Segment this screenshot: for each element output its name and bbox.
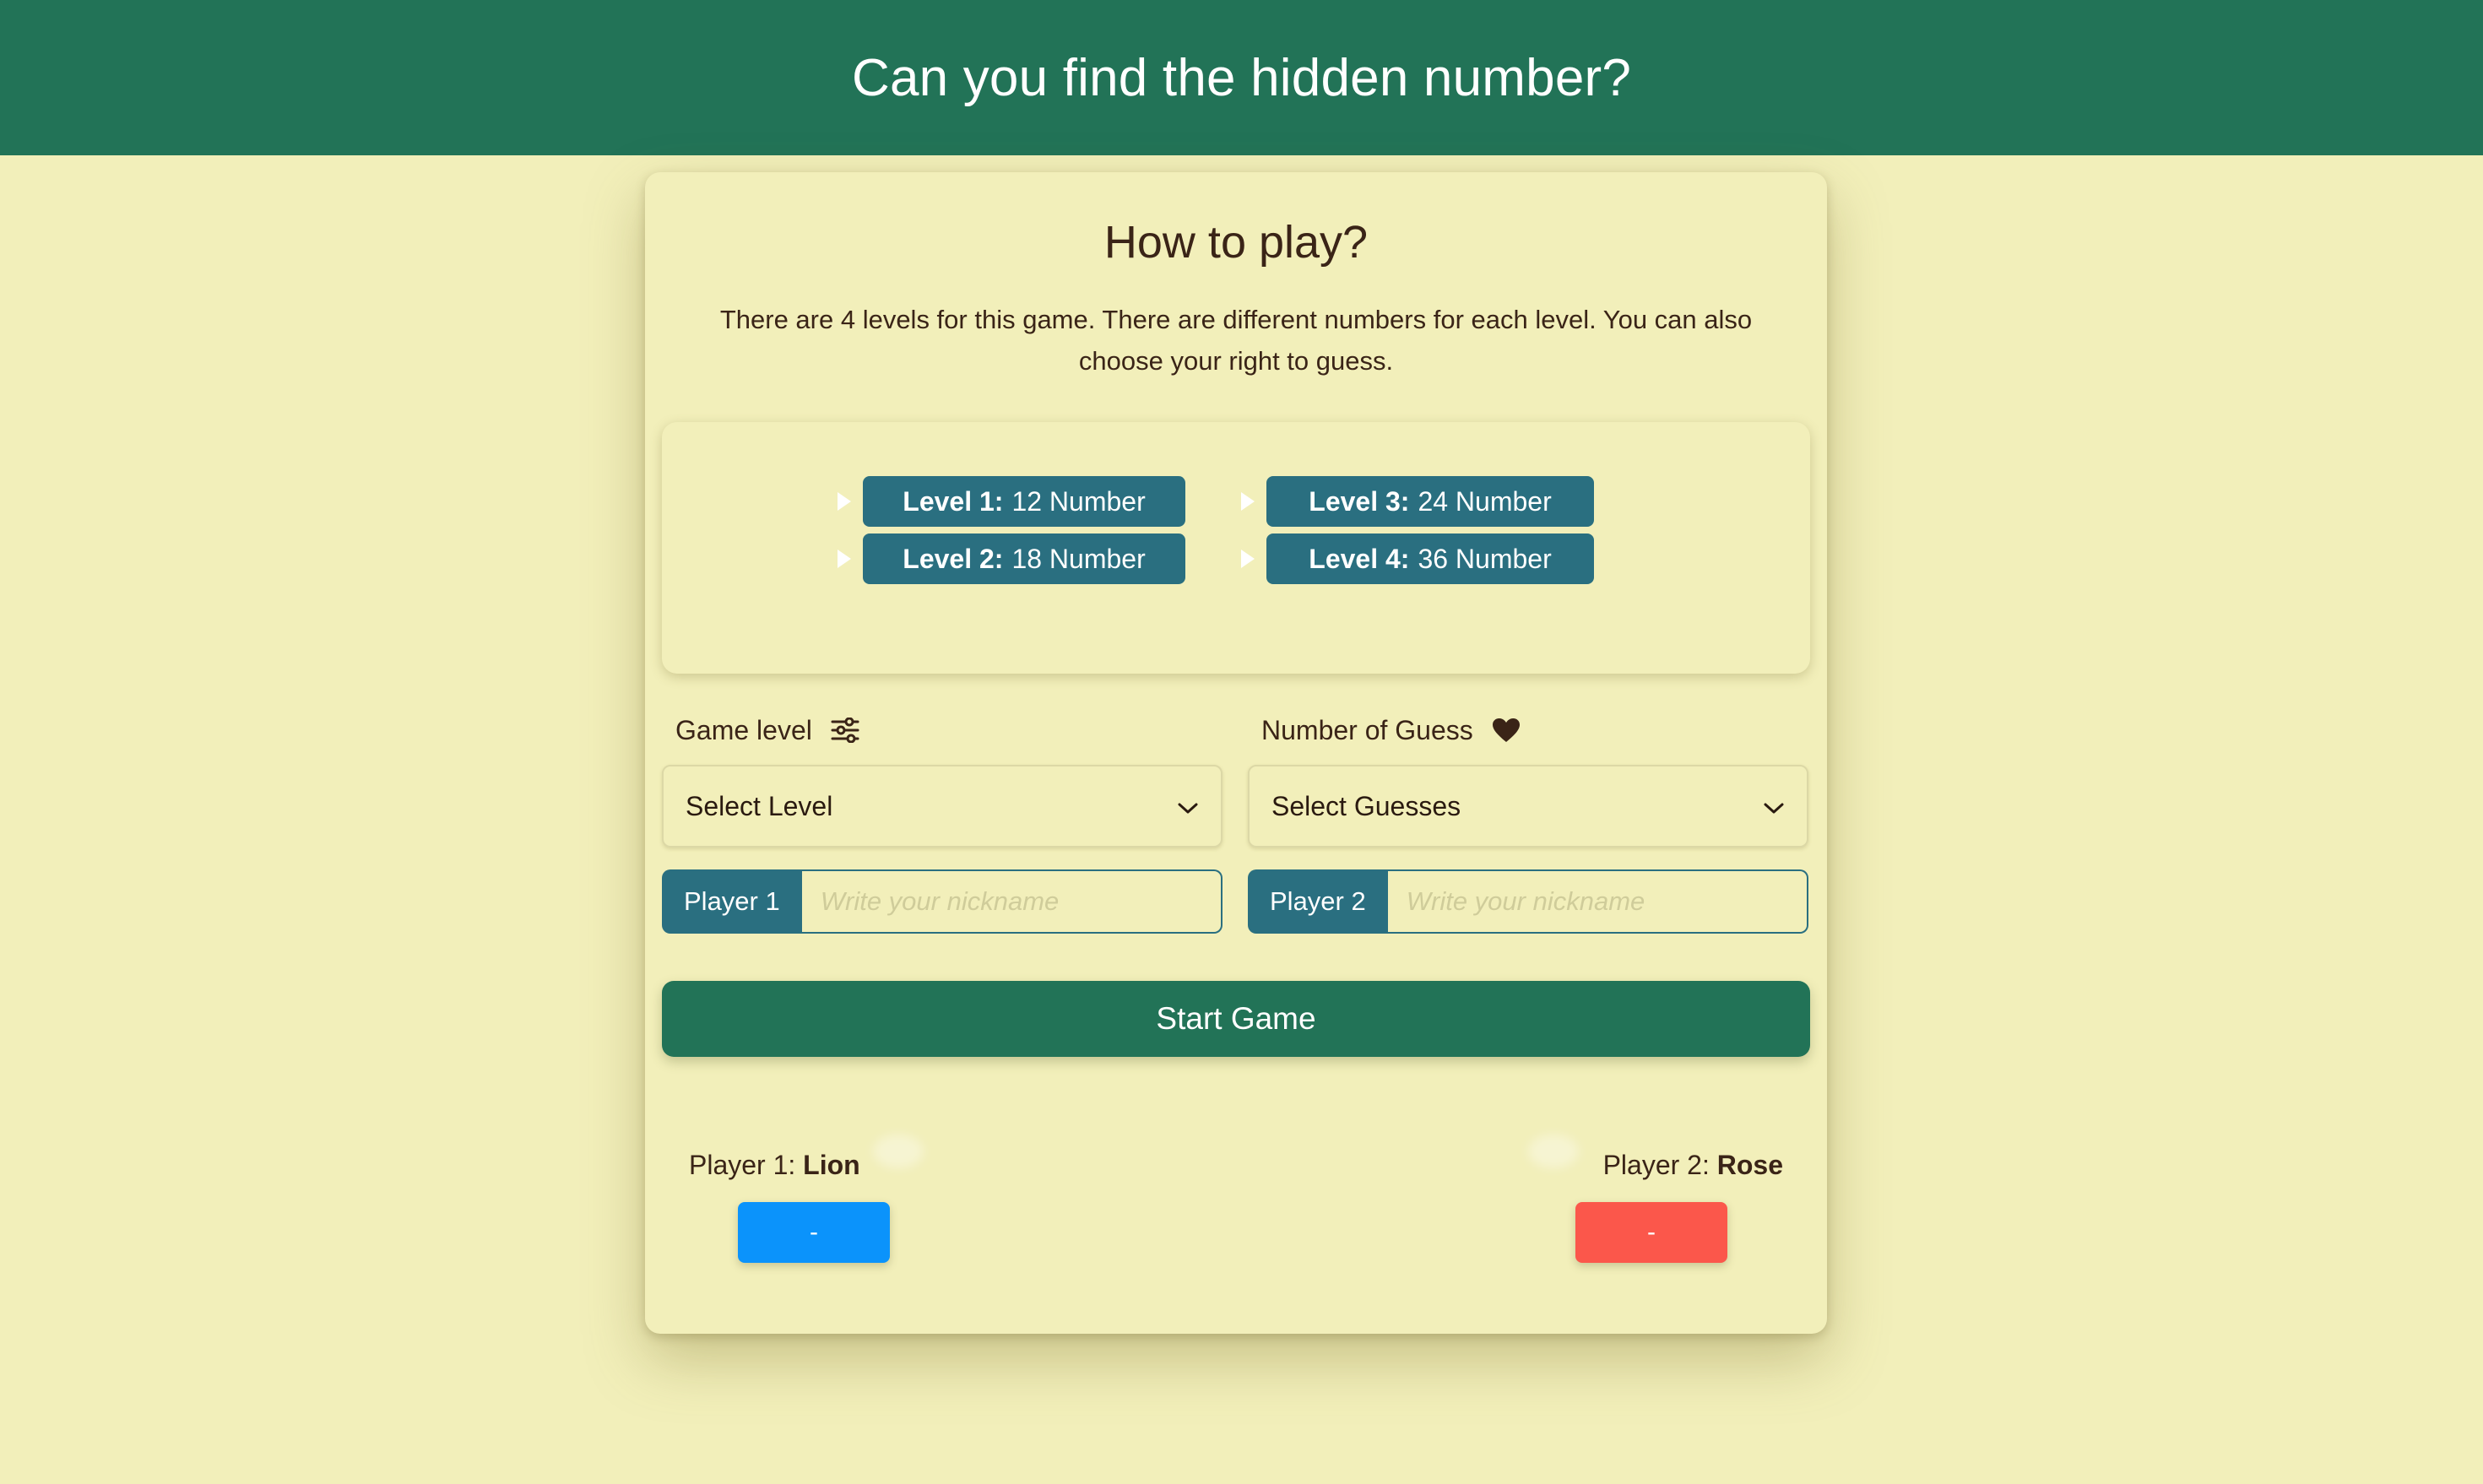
- header-bar: Can you find the hidden number?: [0, 0, 2483, 155]
- game-level-label-row: Game level: [675, 709, 859, 751]
- game-level-label: Game level: [675, 714, 812, 745]
- level-label: Level 4:: [1309, 543, 1410, 574]
- player1-input-group: Player 1: [662, 869, 1223, 934]
- player2-input-group: Player 2: [1248, 869, 1808, 934]
- level-item-1: Level 1: 12 Number: [838, 476, 1185, 527]
- player2-tag: Player 2: [1248, 869, 1388, 934]
- decorative-blob: [1528, 1135, 1579, 1168]
- level-pill: Level 1: 12 Number: [863, 476, 1185, 527]
- triangle-right-icon: [838, 550, 851, 568]
- heart-icon: [1492, 718, 1521, 743]
- player2-score-button[interactable]: -: [1575, 1202, 1727, 1263]
- guess-select[interactable]: Select Guesses: [1248, 765, 1808, 848]
- triangle-right-icon: [1241, 550, 1255, 568]
- level-select-value: Select Level: [686, 790, 833, 821]
- level-pill: Level 2: 18 Number: [863, 533, 1185, 584]
- triangle-right-icon: [838, 492, 851, 511]
- game-card: How to play? There are 4 levels for this…: [645, 172, 1827, 1334]
- level-pill: Level 3: 24 Number: [1266, 476, 1594, 527]
- level-value: 24 Number: [1418, 485, 1552, 517]
- level-select[interactable]: Select Level: [662, 765, 1223, 848]
- start-game-button[interactable]: Start Game: [662, 981, 1810, 1057]
- player2-score-label: Player 2: Rose: [1603, 1150, 1783, 1181]
- level-label: Level 2:: [903, 543, 1004, 574]
- guess-select-value: Select Guesses: [1271, 790, 1461, 821]
- player2-prefix: Player 2:: [1602, 1150, 1710, 1180]
- page-title: Can you find the hidden number?: [851, 48, 1632, 107]
- triangle-right-icon: [1241, 492, 1255, 511]
- player2-name: Rose: [1716, 1150, 1783, 1180]
- level-item-2: Level 2: 18 Number: [838, 533, 1185, 584]
- level-value: 36 Number: [1418, 543, 1552, 574]
- level-value: 12 Number: [1011, 485, 1146, 517]
- level-label: Level 3:: [1309, 485, 1410, 517]
- level-pill: Level 4: 36 Number: [1266, 533, 1594, 584]
- level-item-3: Level 3: 24 Number: [1241, 476, 1594, 527]
- guess-label-row: Number of Guess: [1261, 709, 1521, 751]
- guess-label: Number of Guess: [1261, 714, 1473, 745]
- player1-name: Lion: [803, 1150, 860, 1180]
- levels-panel: Level 1: 12 Number Level 2: 18 Number Le…: [662, 422, 1810, 674]
- player1-nickname-input[interactable]: [801, 869, 1223, 934]
- player1-score-button[interactable]: -: [738, 1202, 890, 1263]
- chevron-down-icon: [1763, 791, 1785, 822]
- level-label: Level 1:: [903, 485, 1004, 517]
- how-to-play-text: There are 4 levels for this game. There …: [719, 305, 1753, 376]
- chevron-down-icon: [1177, 791, 1199, 822]
- player1-tag: Player 1: [662, 869, 802, 934]
- player1-prefix: Player 1:: [689, 1150, 796, 1180]
- how-to-play-title: How to play?: [1103, 217, 1369, 268]
- sliders-icon: [831, 718, 859, 743]
- decorative-blob: [873, 1135, 924, 1168]
- level-item-4: Level 4: 36 Number: [1241, 533, 1594, 584]
- player1-score-label: Player 1: Lion: [689, 1150, 860, 1181]
- level-value: 18 Number: [1011, 543, 1146, 574]
- player2-nickname-input[interactable]: [1387, 869, 1808, 934]
